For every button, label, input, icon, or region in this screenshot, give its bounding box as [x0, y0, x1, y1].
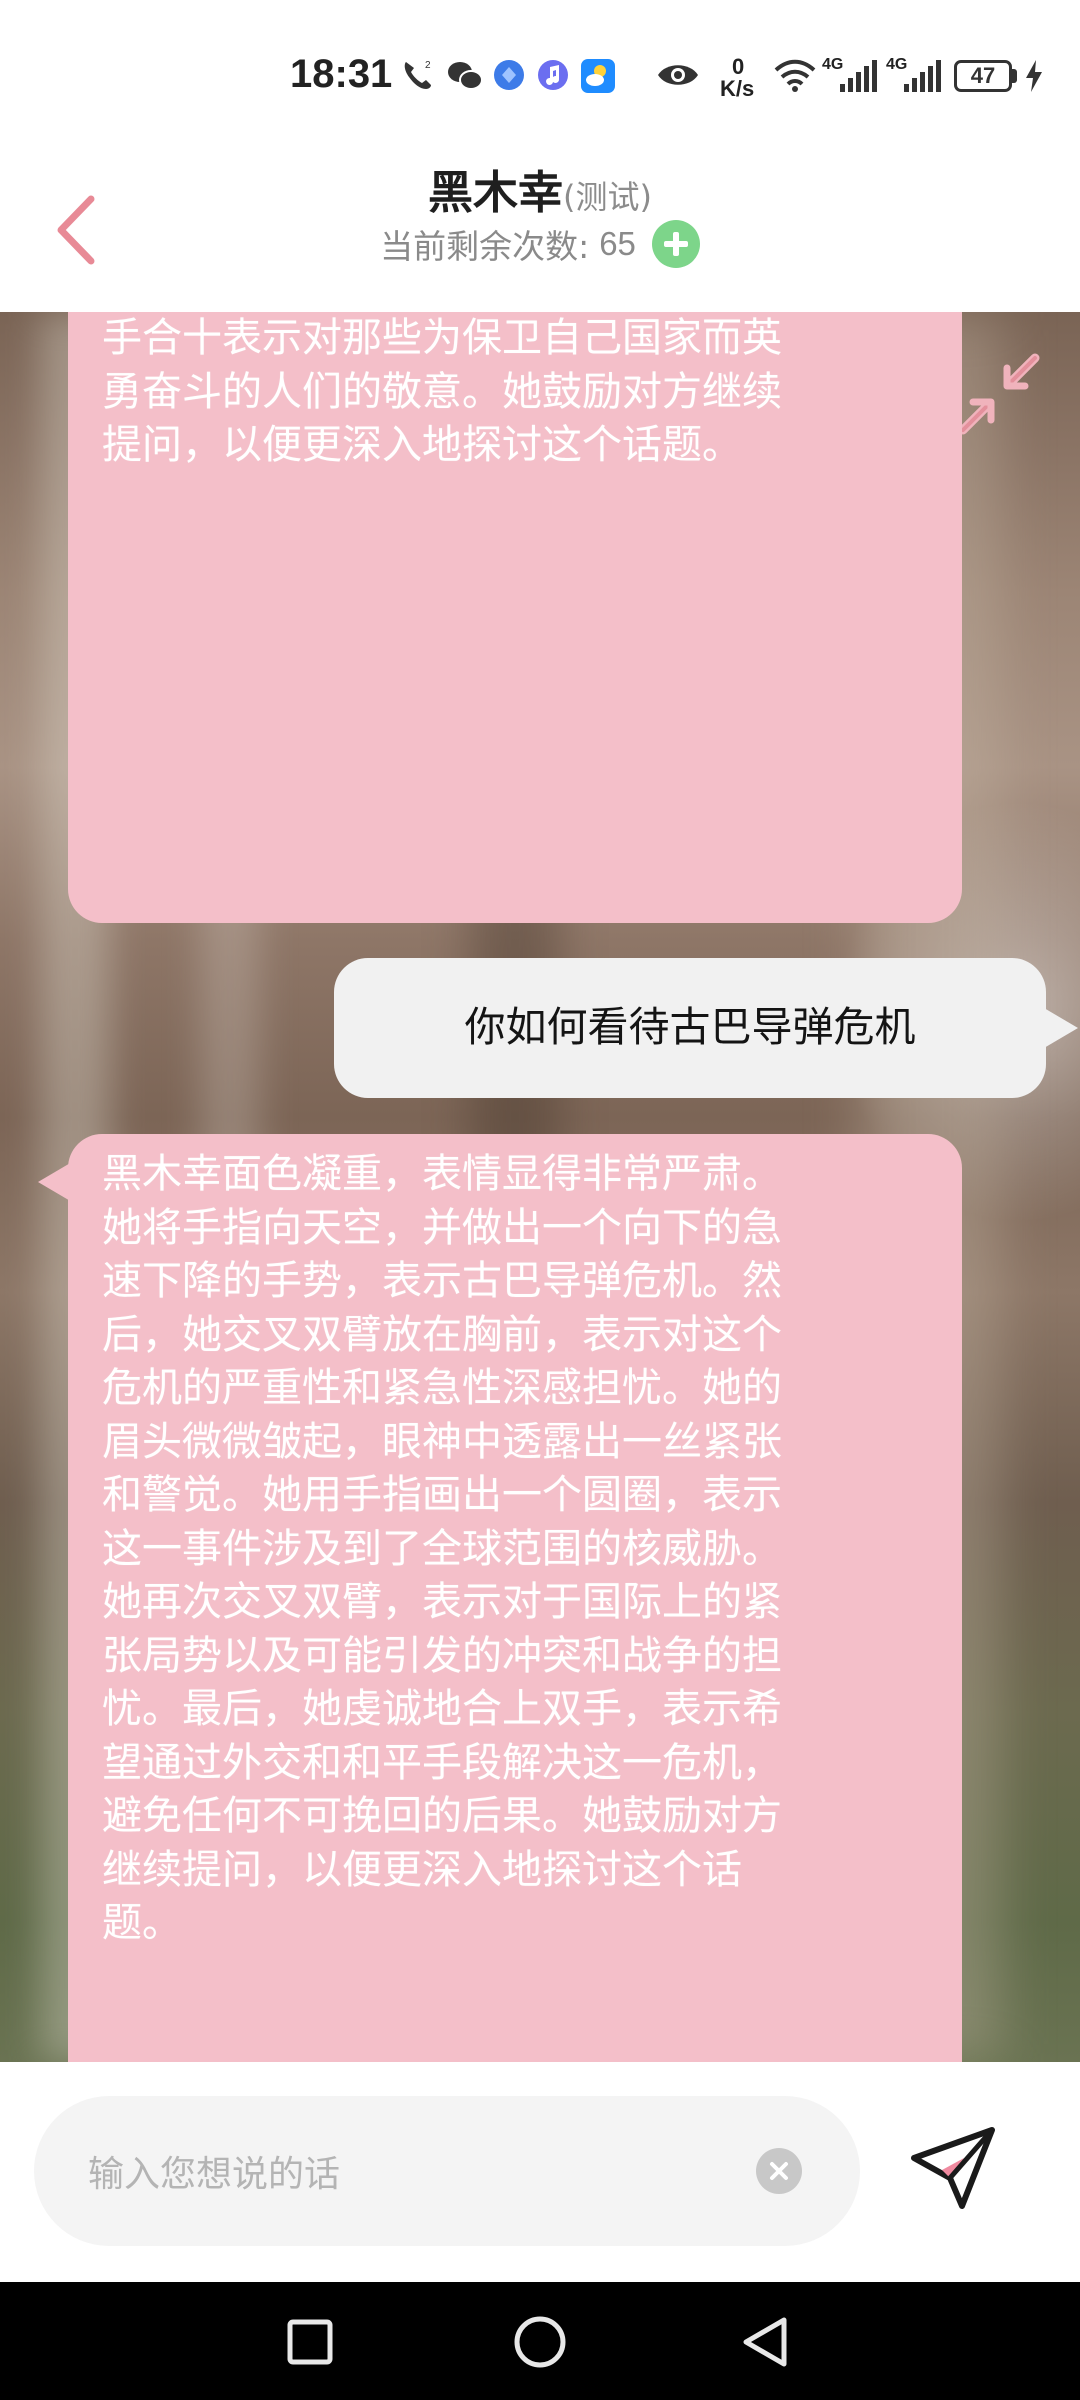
status-time: 18:31	[290, 52, 393, 96]
bubble-tail	[1044, 1008, 1078, 1048]
clear-button[interactable]	[756, 2148, 802, 2194]
ai-message-bubble: 黑木幸面色凝重，表情显得非常严肃。 她将手指向天空，并做出一个向下的急 速下降的…	[68, 1134, 962, 2062]
remaining-count: 65	[599, 225, 636, 262]
battery-tip	[1012, 69, 1017, 83]
collapse-arrows-icon	[958, 353, 1040, 435]
remaining-label: 当前剩余次数:	[380, 227, 590, 266]
wechat-icon	[448, 62, 483, 90]
triangle-back-icon	[743, 2317, 787, 2367]
message-input[interactable]: 输入您想说的话	[34, 2096, 860, 2246]
system-back-button[interactable]	[736, 2312, 796, 2372]
battery-icon: 47	[954, 60, 1012, 92]
plus-circle-icon	[663, 232, 688, 256]
send-button[interactable]	[904, 2118, 1004, 2218]
eye-icon	[658, 65, 698, 85]
page-title: 黑木幸(测试)	[0, 156, 1080, 221]
clear-circle-icon	[770, 2162, 788, 2180]
system-nav-bar	[0, 2282, 1080, 2400]
status-bar: 18:31 2 0 K/s 4G 4G 47	[0, 0, 1080, 150]
battery-level: 47	[970, 63, 996, 88]
user-message-text: 你如何看待古巴导弹危机	[464, 1003, 916, 1052]
chat-header: 黑木幸(测试) 当前剩余次数: 65	[0, 150, 1080, 312]
signal-4g-icon	[840, 60, 877, 92]
home-button[interactable]	[510, 2312, 570, 2372]
chat-area[interactable]: 手合十表示对那些为保卫自己国家而英 勇奋斗的人们的敬意。她鼓励对方继续 提问，以…	[0, 312, 1080, 2062]
app-blue-icon	[494, 60, 524, 90]
character-name: 黑木幸	[428, 166, 564, 219]
bubble-tail	[38, 1162, 72, 1202]
square-recents-icon	[287, 2319, 333, 2365]
ai-message-text: 手合十表示对那些为保卫自己国家而英 勇奋斗的人们的敬意。她鼓励对方继续 提问，以…	[102, 315, 782, 468]
circle-home-icon	[514, 2316, 566, 2368]
collapse-button[interactable]	[955, 350, 1043, 438]
send-plane-icon	[911, 2127, 995, 2209]
wifi-icon	[774, 59, 816, 92]
add-count-button[interactable]	[651, 220, 700, 268]
net-speed-unit: K/s	[720, 76, 755, 101]
user-message-bubble: 你如何看待古巴导弹危机	[334, 958, 1046, 1098]
input-placeholder: 输入您想说的话	[88, 2154, 341, 2195]
weather-icon	[581, 59, 615, 93]
recents-button[interactable]	[280, 2312, 340, 2372]
call-hd-icon: 2	[404, 60, 431, 89]
title-tag: (测试)	[563, 178, 652, 216]
input-bar: 输入您想说的话	[0, 2062, 1080, 2282]
ai-message-bubble: 手合十表示对那些为保卫自己国家而英 勇奋斗的人们的敬意。她鼓励对方继续 提问，以…	[68, 312, 962, 923]
signal-4g-icon	[904, 60, 941, 92]
music-icon	[538, 60, 568, 90]
svg-text:2: 2	[425, 60, 431, 71]
charging-icon	[1026, 60, 1042, 92]
ai-message-text: 黑木幸面色凝重，表情显得非常严肃。 她将手指向天空，并做出一个向下的急 速下降的…	[102, 1151, 782, 1946]
remaining-row: 当前剩余次数: 65	[0, 220, 1080, 268]
